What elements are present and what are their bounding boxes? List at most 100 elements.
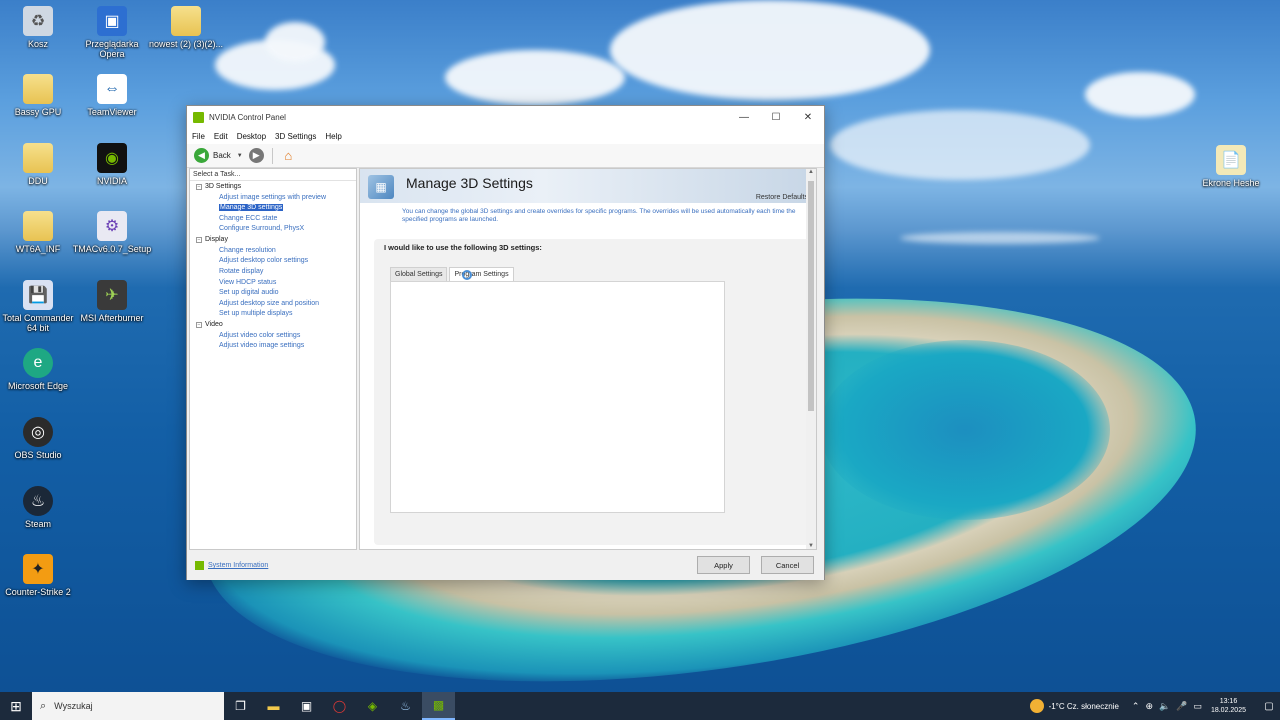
desktop-icon-document[interactable]: 📄 Ekrone Heshe [1193, 145, 1269, 188]
search-icon: ⌕ [40, 699, 47, 712]
folder-icon [171, 6, 201, 36]
desktop-icon-total-commander[interactable]: 💾 Total Commander 64 bit [0, 280, 76, 333]
home-icon[interactable]: ⌂ [281, 148, 296, 163]
tree-category-video[interactable]: − Video [196, 320, 356, 331]
scrollbar-thumb[interactable] [808, 181, 814, 411]
tree-category-display[interactable]: − Display [196, 235, 356, 246]
weather-sun-icon [1029, 699, 1044, 713]
menu-file[interactable]: File [192, 132, 205, 141]
windows-start-icon[interactable]: ⊞ [0, 692, 32, 720]
cancel-button[interactable]: Cancel [761, 556, 814, 574]
title-bar[interactable]: NVIDIA Control Panel — ☐ ✕ [187, 106, 824, 128]
desktop-icon-obs[interactable]: ◎ OBS Studio [0, 417, 76, 460]
folder-icon [23, 143, 53, 173]
desktop-icon-counter-strike-2[interactable]: ✦ Counter-Strike 2 [0, 554, 76, 597]
desktop-icon-edge[interactable]: e Microsoft Edge [0, 348, 76, 391]
desktop-icon-steam[interactable]: ♨ Steam [0, 486, 76, 529]
tree-item-adjust-desktop-color[interactable]: Adjust desktop color settings [196, 256, 356, 267]
display-icon[interactable]: ▭ [1193, 701, 1202, 712]
weather-widget[interactable]: -1°C Cz. słonecznie [1029, 699, 1119, 713]
shortcut-icon: ▣ [97, 6, 127, 36]
toolbar-divider [271, 147, 273, 164]
tree-item-rotate-display[interactable]: Rotate display [196, 267, 356, 278]
minimize-button[interactable]: — [728, 106, 760, 128]
chevron-up-icon[interactable]: ⌃ [1132, 701, 1140, 712]
restore-defaults-link[interactable]: Restore Defaults [756, 194, 808, 201]
back-button-label[interactable]: Back [213, 151, 231, 160]
scroll-down-icon[interactable]: ▼ [806, 543, 816, 549]
folder-icon [23, 74, 53, 104]
menu-desktop[interactable]: Desktop [237, 132, 266, 141]
maximize-button[interactable]: ☐ [760, 106, 792, 128]
desktop-icon-folder-nowest[interactable]: nowest (2) (3)(2)... [148, 6, 224, 49]
desktop-icon-opera[interactable]: ▣ Przeglądarka Opera [74, 6, 150, 59]
tree-item-set-up-digital-audio[interactable]: Set up digital audio [196, 288, 356, 299]
desktop-icon-recycle-bin[interactable]: ♻ Kosz [0, 6, 76, 49]
tree-item-configure-surround-physx[interactable]: Configure Surround, PhysX [196, 224, 356, 235]
taskbar: ⊞ ⌕ Wyszukaj ❐ ▬ ▣ ◯ ◈ ♨ ▩ -1°C Cz. słon… [0, 692, 1280, 720]
tree-item-adjust-video-image[interactable]: Adjust video image settings [196, 341, 356, 352]
tree-item-set-up-multiple-displays[interactable]: Set up multiple displays [196, 309, 356, 320]
folder-icon [23, 211, 53, 241]
tree-item-adjust-desktop-size[interactable]: Adjust desktop size and position [196, 299, 356, 310]
nvidia-app-icon[interactable]: ◈ [356, 692, 389, 720]
nvidia-icon: ◉ [97, 143, 127, 173]
settings-panel: I would like to use the following 3D set… [374, 239, 810, 545]
file-explorer-icon[interactable]: ▬ [257, 692, 290, 720]
close-button[interactable]: ✕ [792, 106, 824, 128]
forward-arrow-icon[interactable]: ▶ [248, 148, 264, 163]
scroll-up-icon[interactable]: ▲ [806, 169, 816, 175]
tree-category-3d-settings[interactable]: −3D Settings [196, 182, 356, 193]
vertical-scrollbar[interactable]: ▲ ▼ [806, 169, 816, 549]
collapse-icon[interactable]: − [196, 184, 202, 191]
collapse-icon[interactable]: − [196, 322, 202, 329]
microphone-icon[interactable]: 🎤 [1176, 701, 1187, 712]
taskbar-search-box[interactable]: ⌕ Wyszukaj [32, 692, 224, 720]
desktop-icon-ddu[interactable]: DDU [0, 143, 76, 186]
system-information-link[interactable]: System Information [195, 561, 268, 570]
desktop-icon-teamviewer[interactable]: ⇔ TeamViewer [74, 74, 150, 117]
content-pane: ▦ Manage 3D Settings Restore Defaults Yo… [359, 168, 817, 550]
menu-edit[interactable]: Edit [214, 132, 228, 141]
obs-icon: ◎ [23, 417, 53, 447]
desktop-icon-nvidia[interactable]: ◉ NVIDIA [74, 143, 150, 186]
desktop-icon-bassy-gpu[interactable]: Bassy GPU [0, 74, 76, 117]
recycle-bin-icon: ♻ [23, 6, 53, 36]
tree-item-adjust-video-color[interactable]: Adjust video color settings [196, 331, 356, 342]
clock[interactable]: 13:16 18.02.2025 [1211, 697, 1246, 715]
apply-button[interactable]: Apply [697, 556, 750, 574]
page-banner: ▦ Manage 3D Settings Restore Defaults [360, 169, 816, 203]
task-tree-pane: Select a Task... −3D Settings Adjust ima… [189, 168, 357, 550]
section-title: I would like to use the following 3D set… [384, 243, 542, 252]
notification-icon[interactable]: ▢ [1258, 701, 1280, 712]
opera-gx-icon[interactable]: ◯ [323, 692, 356, 720]
tree-item-change-ecc-state[interactable]: Change ECC state [196, 214, 356, 225]
back-dropdown-icon[interactable]: ▼ [237, 153, 243, 159]
menu-help[interactable]: Help [325, 132, 341, 141]
teamviewer-icon: ⇔ [97, 74, 127, 104]
setup-icon: ⚙ [97, 211, 127, 241]
tab-global-settings[interactable]: Global Settings [390, 267, 448, 281]
back-arrow-icon[interactable]: ◀ [194, 148, 209, 163]
desktop-icon-tmac-setup[interactable]: ⚙ TMACv6.0.7_Setup [73, 211, 151, 254]
3d-settings-icon: ▦ [368, 175, 394, 199]
total-commander-icon: 💾 [23, 280, 53, 310]
nvidia-control-panel-icon[interactable]: ▩ [422, 692, 455, 720]
tree-item-adjust-image-settings[interactable]: Adjust image settings with preview [196, 193, 356, 204]
steam-icon[interactable]: ♨ [389, 692, 422, 720]
msi-afterburner-icon: ✈ [97, 280, 127, 310]
volume-icon[interactable]: 🔈 [1159, 701, 1170, 712]
menu-bar: File Edit Desktop 3D Settings Help [187, 128, 824, 144]
desktop-icon-msi-afterburner[interactable]: ✈ MSI Afterburner [74, 280, 150, 323]
tree-item-manage-3d-settings[interactable]: Manage 3D settings [196, 203, 356, 214]
tree-item-view-hdcp-status[interactable]: View HDCP status [196, 278, 356, 289]
tablet-icon[interactable]: ▣ [290, 692, 323, 720]
task-view-icon[interactable]: ❐ [224, 692, 257, 720]
collapse-icon[interactable]: − [196, 237, 202, 244]
desktop-icon-wt6a-inf[interactable]: WT6A_INF [0, 211, 76, 254]
loading-cursor-icon [462, 270, 472, 280]
tree-item-change-resolution[interactable]: Change resolution [196, 246, 356, 257]
network-icon[interactable]: ⊕ [1145, 701, 1153, 712]
menu-3d-settings[interactable]: 3D Settings [275, 132, 316, 141]
tab-program-settings[interactable]: Program Settings [449, 267, 514, 281]
